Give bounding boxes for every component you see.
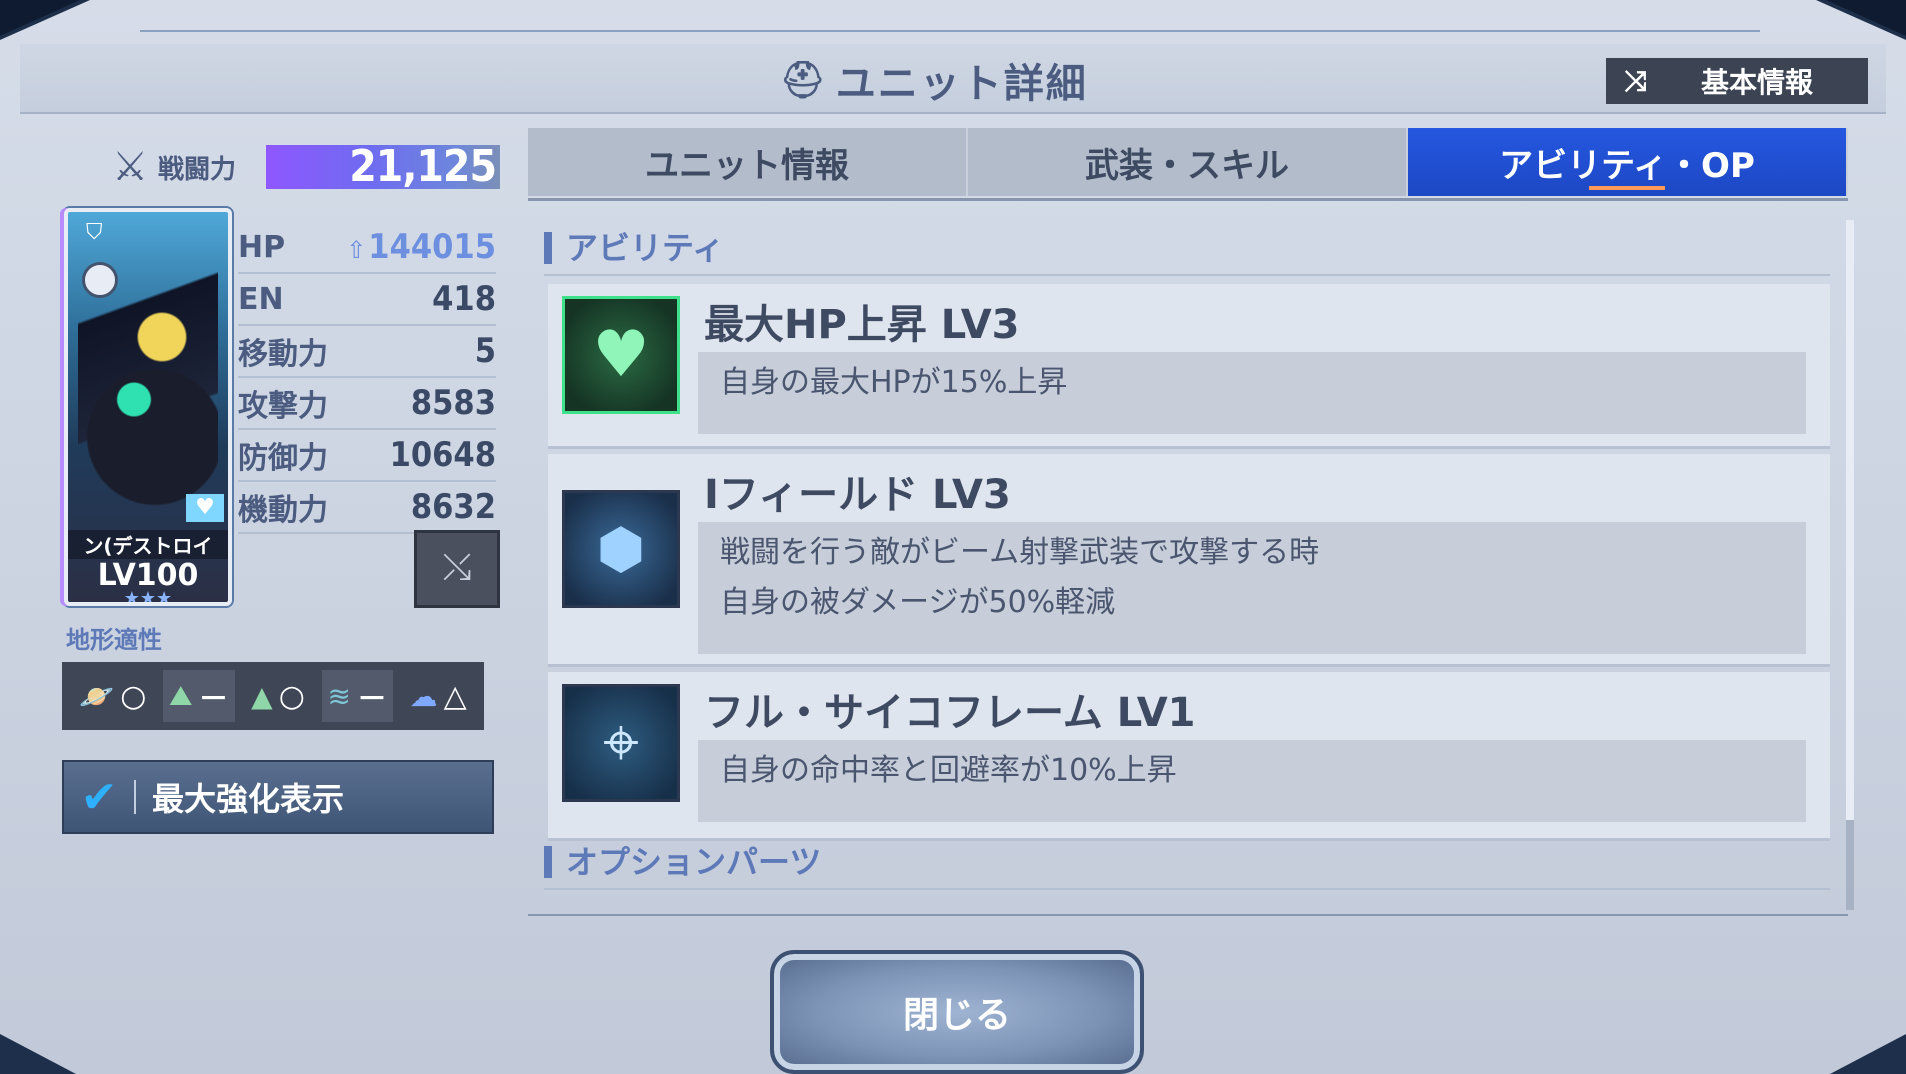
ability-description-line: 戦闘を行う敵がビーム射撃武装で攻撃する時 [720,535,1320,570]
section-divider [544,888,1830,890]
ability-name: Iフィールド LV3 [704,462,1806,524]
terrain-water: ≋ － [321,670,393,722]
combat-power-value: 21,125 [266,145,500,189]
air-icon: ☁ [409,679,438,713]
ability-item[interactable]: ⬢ Iフィールド LV3 戦闘を行う敵がビーム射撃武装で攻撃する時 自身の被ダメ… [548,454,1830,667]
ability-name: フル・サイコフレーム LV1 [704,680,1806,742]
section-divider [544,274,1830,276]
max-enhance-toggle[interactable]: ✔ 最大強化表示 [62,760,494,834]
tab-abilities-op[interactable]: アビリティ・OP [1408,128,1848,196]
stat-label: EN [238,281,284,317]
stat-label: 防御力 [238,441,328,476]
stat-label: 機動力 [238,493,328,528]
crossed-swords-icon: ⚔ [112,144,148,190]
space-icon: 🪐 [79,679,115,713]
stat-value: 8632 [410,487,496,527]
stat-row-defense: 防御力 10648 [238,430,496,482]
mech-head-icon: ⛑ [780,60,828,101]
ability-name: 最大HP上昇 LV3 [704,292,1806,354]
stats-list: HP ⇧144015 EN 418 移動力 5 攻撃力 8583 防御力 106… [238,222,496,534]
terrain-grade: ○ [278,678,305,714]
ability-description-line: 自身の命中率と回避率が10%上昇 [720,753,1177,788]
terrain-grade: － [198,682,229,717]
stat-row-hp: HP ⇧144015 [238,222,496,274]
i-field-icon: ⬢ [596,516,646,582]
stat-label: HP [238,229,286,265]
checkmark-icon: ✔ [80,771,118,823]
ability-description: 自身の命中率と回避率が10%上昇 [698,740,1806,822]
ability-item[interactable]: ♥ 最大HP上昇 LV3 自身の最大HPが15%上昇 [548,284,1830,449]
content-bottom-divider [528,914,1848,916]
combat-power-label: 戦闘力 [158,154,237,185]
terrain-space: 🪐 ○ [73,675,152,718]
terrain-grade: △ [443,678,467,714]
heart-icon: ♥ [186,494,224,522]
terrain-label: 地形適性 [66,626,162,654]
ability-icon: ⌖ [562,684,680,802]
stat-value: 8583 [410,383,496,423]
terrain-mountain: ▲ ○ [245,675,311,718]
basic-info-label: 基本情報 [1700,66,1813,99]
stat-row-mobility: 機動力 8632 [238,482,496,534]
close-button[interactable]: 閉じる [770,950,1144,1074]
stat-value: 144015 [368,227,496,267]
water-icon: ≋ [327,679,351,713]
shield-icon: ⛉ [86,220,103,245]
ground-icon: ⛰ [169,679,193,712]
stat-value: 418 [432,279,496,319]
max-enhance-label: 最大強化表示 [152,780,345,818]
page-title: ⛑ ユニット詳細 [780,52,1088,108]
stat-label: 攻撃力 [238,389,328,424]
unit-rarity-stars: ★★★ [123,588,173,606]
terrain-air: ☁ △ [404,675,473,718]
ability-icon: ♥ [562,296,680,414]
stat-up-arrow-icon: ⇧ [346,236,367,264]
unit-card[interactable]: ⛉ ♥ ン(デストロイ LV100 ★★★ [64,208,232,606]
terrain-ground: ⛰ － [163,670,235,722]
tab-unit-info[interactable]: ユニット情報 [528,128,968,196]
stat-value: 5 [474,331,496,371]
stat-label: 移動力 [238,337,328,372]
heart-icon: ♥ [592,318,650,392]
page-title-text: ユニット詳細 [835,61,1088,107]
unit-name: ン(デストロイ [68,530,228,559]
swap-unit-button[interactable]: ⤯ [414,530,500,608]
ability-icon: ⬢ [562,490,680,608]
divider [134,780,136,814]
terrain-grade: ○ [120,678,147,714]
scrollbar[interactable] [1846,220,1854,910]
tab-weapons-skills[interactable]: 武装・スキル [968,128,1408,196]
type-icon [82,262,118,298]
section-title-abilities: アビリティ [544,232,724,264]
stat-row-movement: 移動力 5 [238,326,496,378]
combat-power-row: ⚔ 戦闘力 21,125 [108,142,500,192]
terrain-aptitude: 🪐 ○ ⛰ － ▲ ○ ≋ － ☁ △ [62,662,484,730]
tab-bar: ユニット情報 武装・スキル アビリティ・OP [528,128,1848,196]
tab-divider [528,198,1848,201]
swap-icon: ⤯ [442,547,472,588]
ability-description-line: 自身の最大HPが15%上昇 [720,365,1068,400]
terrain-grade: － [356,682,387,717]
ability-description: 自身の最大HPが15%上昇 [698,352,1806,434]
stat-value: 10648 [389,435,496,475]
stat-row-attack: 攻撃力 8583 [238,378,496,430]
target-icon: ⌖ [602,706,640,780]
stat-row-en: EN 418 [238,274,496,326]
shuffle-icon: ⤨ [1624,64,1648,97]
ability-item[interactable]: ⌖ フル・サイコフレーム LV1 自身の命中率と回避率が10%上昇 [548,672,1830,841]
ability-description: 戦闘を行う敵がビーム射撃武装で攻撃する時 自身の被ダメージが50%軽減 [698,522,1806,654]
section-title-option-parts: オプションパーツ [544,846,821,878]
top-rail [140,30,1760,32]
unit-portrait [78,262,218,512]
scrollbar-thumb[interactable] [1846,220,1854,820]
mountain-icon: ▲ [251,679,273,713]
ability-panel: アビリティ ♥ 最大HP上昇 LV3 自身の最大HPが15%上昇 ⬢ Iフィール… [528,212,1832,912]
ability-description-line: 自身の被ダメージが50%軽減 [720,585,1116,620]
basic-info-button[interactable]: ⤨ 基本情報 [1606,58,1868,104]
